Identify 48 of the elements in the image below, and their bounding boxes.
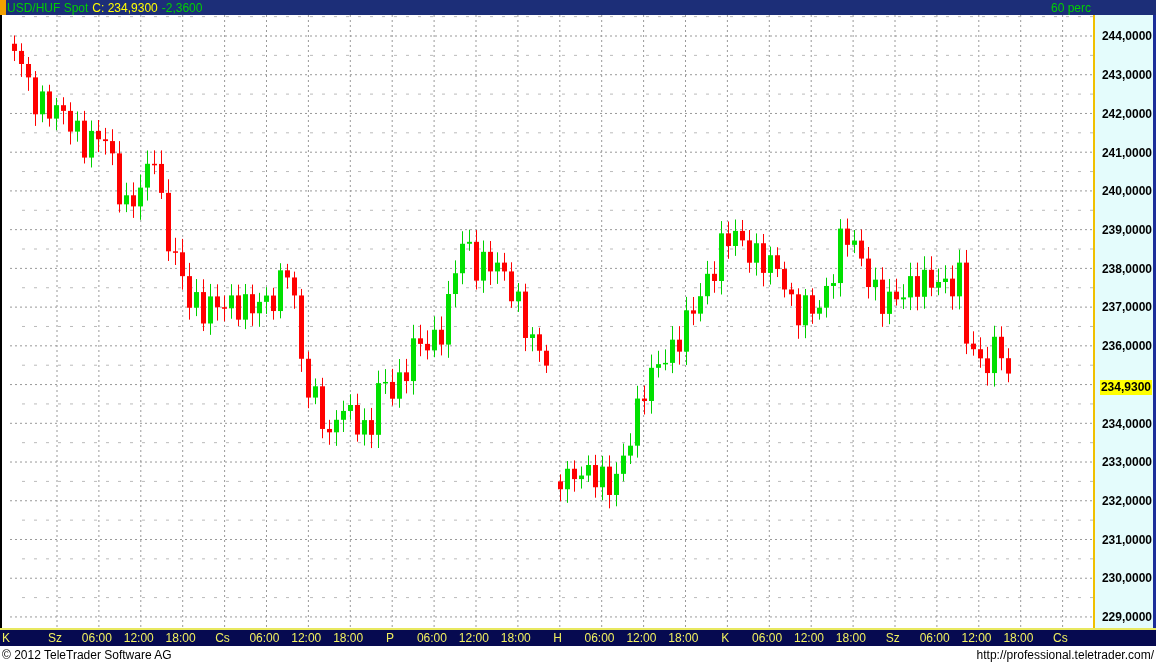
time-label: 06:00 [415, 631, 448, 645]
copyright-text: © 2012 TeleTrader Software AG [2, 648, 172, 662]
time-label: P [385, 631, 396, 645]
time-label: 06:00 [751, 631, 784, 645]
time-label: 06:00 [248, 631, 281, 645]
price-label: 233,0000 [1101, 455, 1152, 470]
time-label: 18:00 [1002, 631, 1035, 645]
price-label: 237,0000 [1101, 300, 1152, 315]
time-label: 18:00 [499, 631, 532, 645]
price-change: -2,3600 [161, 0, 203, 15]
price-label: 242,0000 [1101, 106, 1152, 121]
symbol-label: USD/HUF Spot [7, 0, 89, 15]
price-label: 244,0000 [1101, 29, 1152, 44]
time-label: K [720, 631, 731, 645]
price-label: 236,0000 [1101, 339, 1152, 354]
interval-label: 60 perc [1050, 0, 1091, 15]
time-label: Cs [1052, 631, 1069, 645]
last-price-badge: 234,9300 [1099, 379, 1152, 395]
time-label: 12:00 [457, 631, 490, 645]
time-label: 12:00 [122, 631, 155, 645]
time-label: 06:00 [80, 631, 113, 645]
time-label: 12:00 [290, 631, 323, 645]
time-label: 12:00 [960, 631, 993, 645]
price-label: 230,0000 [1101, 571, 1152, 586]
time-label: 12:00 [625, 631, 658, 645]
time-label: 12:00 [792, 631, 825, 645]
price-label: 238,0000 [1101, 261, 1152, 276]
time-label: Sz [46, 631, 63, 645]
price-label: 239,0000 [1101, 222, 1152, 237]
website-url: http://professional.teletrader.com/ [976, 648, 1154, 662]
price-label: 243,0000 [1101, 68, 1152, 83]
time-label: 06:00 [918, 631, 951, 645]
time-label: 18:00 [164, 631, 197, 645]
time-label: Sz [884, 631, 901, 645]
price-label: 240,0000 [1101, 184, 1152, 199]
time-label: H [552, 631, 563, 645]
price-label: 231,0000 [1101, 532, 1152, 547]
time-label: 18:00 [332, 631, 365, 645]
price-label: 229,0000 [1101, 610, 1152, 625]
time-label: 18:00 [834, 631, 867, 645]
price-label: 241,0000 [1101, 145, 1152, 160]
price-label: 234,0000 [1101, 416, 1152, 431]
time-label: K [1, 631, 11, 645]
close-price: C: 234,9300 [92, 0, 158, 15]
price-label: 232,0000 [1101, 494, 1152, 508]
time-label: 06:00 [583, 631, 616, 645]
time-label: 18:00 [667, 631, 700, 645]
time-label: Cs [214, 631, 231, 645]
